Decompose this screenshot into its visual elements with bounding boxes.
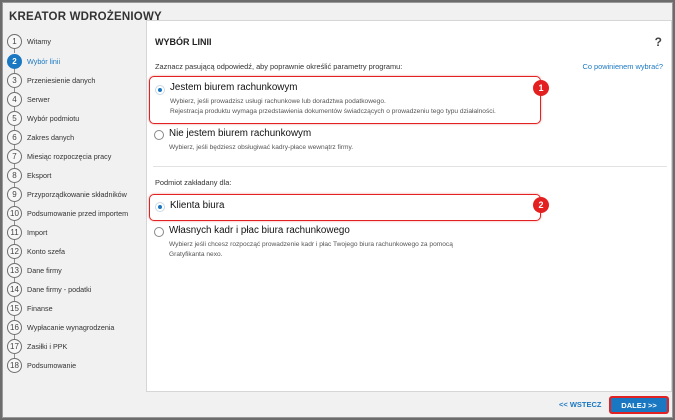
step-number: 7 — [7, 148, 22, 164]
back-button[interactable]: << WSTECZ — [559, 400, 602, 409]
step-label: Wypłacanie wynagrodzenia — [27, 322, 115, 332]
step-label: Witamy — [27, 36, 51, 46]
option-label: Klienta biura — [170, 200, 225, 211]
step-label: Miesiąc rozpoczęcia pracy — [27, 151, 112, 161]
radio-own-payroll[interactable] — [154, 227, 164, 237]
step-number: 15 — [7, 300, 22, 316]
app-title: KREATOR WDROŻENIOWY — [9, 11, 162, 23]
what-to-choose-link[interactable]: Co powinienem wybrać? — [582, 62, 663, 71]
step-number: 18 — [7, 357, 22, 373]
step-label: Dane firmy - podatki — [27, 284, 92, 294]
step-number: 13 — [7, 262, 22, 278]
option-not-accounting-office[interactable]: Nie jestem biurem rachunkowym Wybierz, j… — [149, 126, 541, 156]
step-label: Finanse — [27, 303, 53, 313]
step-number: 2 — [7, 53, 22, 69]
step-label: Przyporządkowanie składników — [27, 189, 127, 199]
step-number: 5 — [7, 110, 22, 126]
step-label: Wybór podmiotu — [27, 113, 80, 123]
step-number: 10 — [7, 205, 22, 221]
callout-badge-1: 1 — [533, 80, 549, 96]
option-description: Rejestracja produktu wymaga przedstawien… — [170, 108, 496, 115]
step-number: 3 — [7, 72, 22, 88]
step-label: Zakres danych — [27, 132, 75, 142]
entity-for-label: Podmiot zakładany dla: — [155, 178, 232, 187]
next-button[interactable]: DALEJ >> — [609, 396, 669, 414]
callout-badge-2: 2 — [533, 197, 549, 213]
option-description: Wybierz, jeśli prowadzisz usługi rachunk… — [170, 98, 386, 105]
step-label: Konto szefa — [27, 246, 65, 256]
option-label: Nie jestem biurem rachunkowym — [169, 128, 312, 139]
option-label: Własnych kadr i płac biura rachunkowego — [169, 225, 350, 236]
step-label: Zasiłki i PPK — [27, 341, 68, 351]
step-label: Podsumowanie przed importem — [27, 208, 129, 218]
step-number: 8 — [7, 167, 22, 183]
radio-office-client[interactable] — [155, 202, 165, 212]
step-number: 6 — [7, 129, 22, 145]
step-label: Przeniesienie danych — [27, 75, 96, 85]
intro-text: Zaznacz pasującą odpowiedź, aby poprawni… — [155, 62, 403, 71]
step-connector — [14, 49, 15, 53]
step-number: 17 — [7, 338, 22, 354]
step-label: Podsumowanie — [27, 360, 77, 370]
option-description: Wybierz, jeśli będziesz obsługiwać kadry… — [169, 144, 354, 151]
wizard-window: KREATOR WDROŻENIOWY 1 Witamy 2 Wybór linii… — [2, 2, 673, 418]
option-label: Jestem biurem rachunkowym — [170, 82, 298, 93]
step-number: 9 — [7, 186, 22, 202]
step-number: 16 — [7, 319, 22, 335]
radio-not-accounting-office[interactable] — [154, 130, 164, 140]
main-panel: WYBÓR LINII ? Zaznacz pasującą odpowiedź… — [146, 20, 672, 392]
option-office-client[interactable]: Klienta biura — [149, 194, 541, 221]
step-label: Dane firmy — [27, 265, 62, 275]
step-label: Import — [27, 227, 48, 237]
radio-accounting-office[interactable] — [155, 85, 165, 95]
page-title: WYBÓR LINII — [155, 37, 212, 47]
step-number: 14 — [7, 281, 22, 297]
step-number: 1 — [7, 33, 22, 49]
option-description: Wybierz jeśli chcesz rozpocząć prowadzen… — [169, 241, 453, 248]
section-divider — [153, 166, 667, 167]
step-number: 11 — [7, 224, 22, 240]
option-description: Gratyfikanta nexo. — [169, 251, 223, 258]
option-accounting-office[interactable]: Jestem biurem rachunkowym Wybierz, jeśli… — [149, 76, 541, 124]
option-own-payroll[interactable]: Własnych kadr i płac biura rachunkowego … — [149, 223, 541, 263]
step-number: 4 — [7, 91, 22, 107]
step-label: Serwer — [27, 94, 50, 104]
step-number: 12 — [7, 243, 22, 259]
step-label: Wybór linii — [27, 56, 61, 66]
help-icon[interactable]: ? — [655, 35, 662, 49]
step-label: Eksport — [27, 170, 52, 180]
